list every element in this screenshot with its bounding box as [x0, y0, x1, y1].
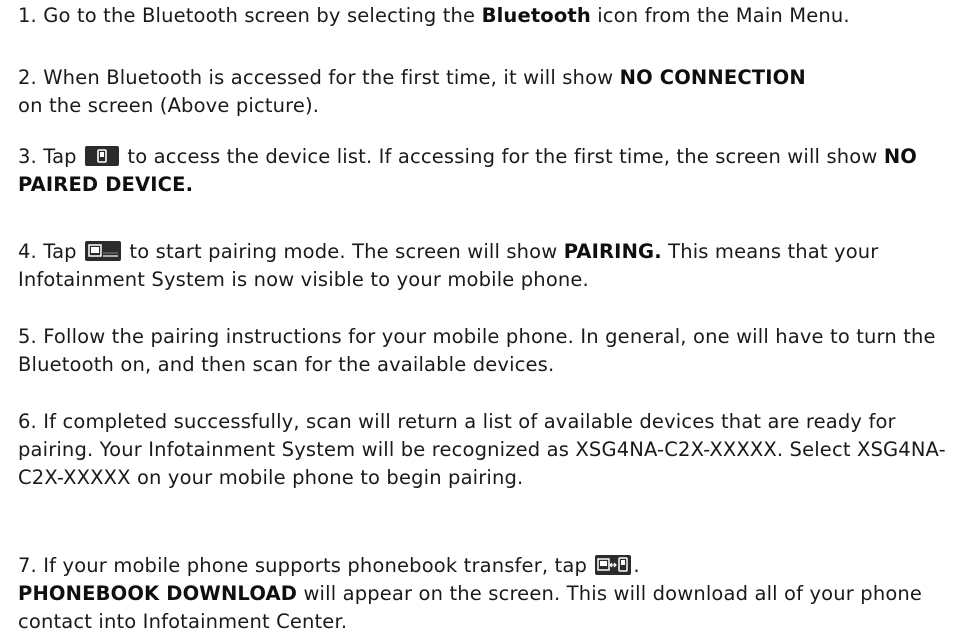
phone-device-icon [85, 146, 120, 166]
step-1-bold: Bluetooth [481, 4, 591, 27]
step-7-text-mid: . [633, 554, 640, 577]
new-pairing-icon [85, 241, 122, 261]
step-2-bold: NO CONNECTION [619, 66, 806, 89]
step-4: 4. Tap to start pairing mode. The screen… [18, 238, 953, 294]
step-7-text: 7. If your mobile phone supports phonebo… [18, 554, 594, 577]
step-5-text: 5. Follow the pairing instructions for y… [18, 325, 936, 376]
step-3-text: 3. Tap [18, 145, 84, 168]
step-2-text-end: on the screen (Above picture). [18, 94, 320, 117]
step-2: 2. When Bluetooth is accessed for the fi… [18, 64, 806, 120]
step-5: 5. Follow the pairing instructions for y… [18, 323, 953, 379]
phonebook-transfer-icon [595, 555, 632, 575]
step-1-text: 1. Go to the Bluetooth screen by selecti… [18, 4, 482, 27]
step-1-text-end: icon from the Main Menu. [590, 4, 850, 27]
step-4-bold: PAIRING. [563, 240, 662, 263]
step-3: 3. Tap to access the device list. If acc… [18, 143, 953, 199]
step-6: 6. If completed successfully, scan will … [18, 408, 953, 492]
step-4-text: 4. Tap [18, 240, 84, 263]
step-7: 7. If your mobile phone supports phonebo… [18, 552, 953, 636]
step-3-text-mid: to access the device list. If accessing … [121, 145, 884, 168]
step-7-bold: PHONEBOOK DOWNLOAD [18, 582, 298, 605]
step-4-text-mid: to start pairing mode. The screen will s… [123, 240, 564, 263]
step-1: 1. Go to the Bluetooth screen by selecti… [18, 2, 850, 30]
step-2-text: 2. When Bluetooth is accessed for the fi… [18, 66, 620, 89]
step-6-text: 6. If completed successfully, scan will … [18, 410, 946, 489]
